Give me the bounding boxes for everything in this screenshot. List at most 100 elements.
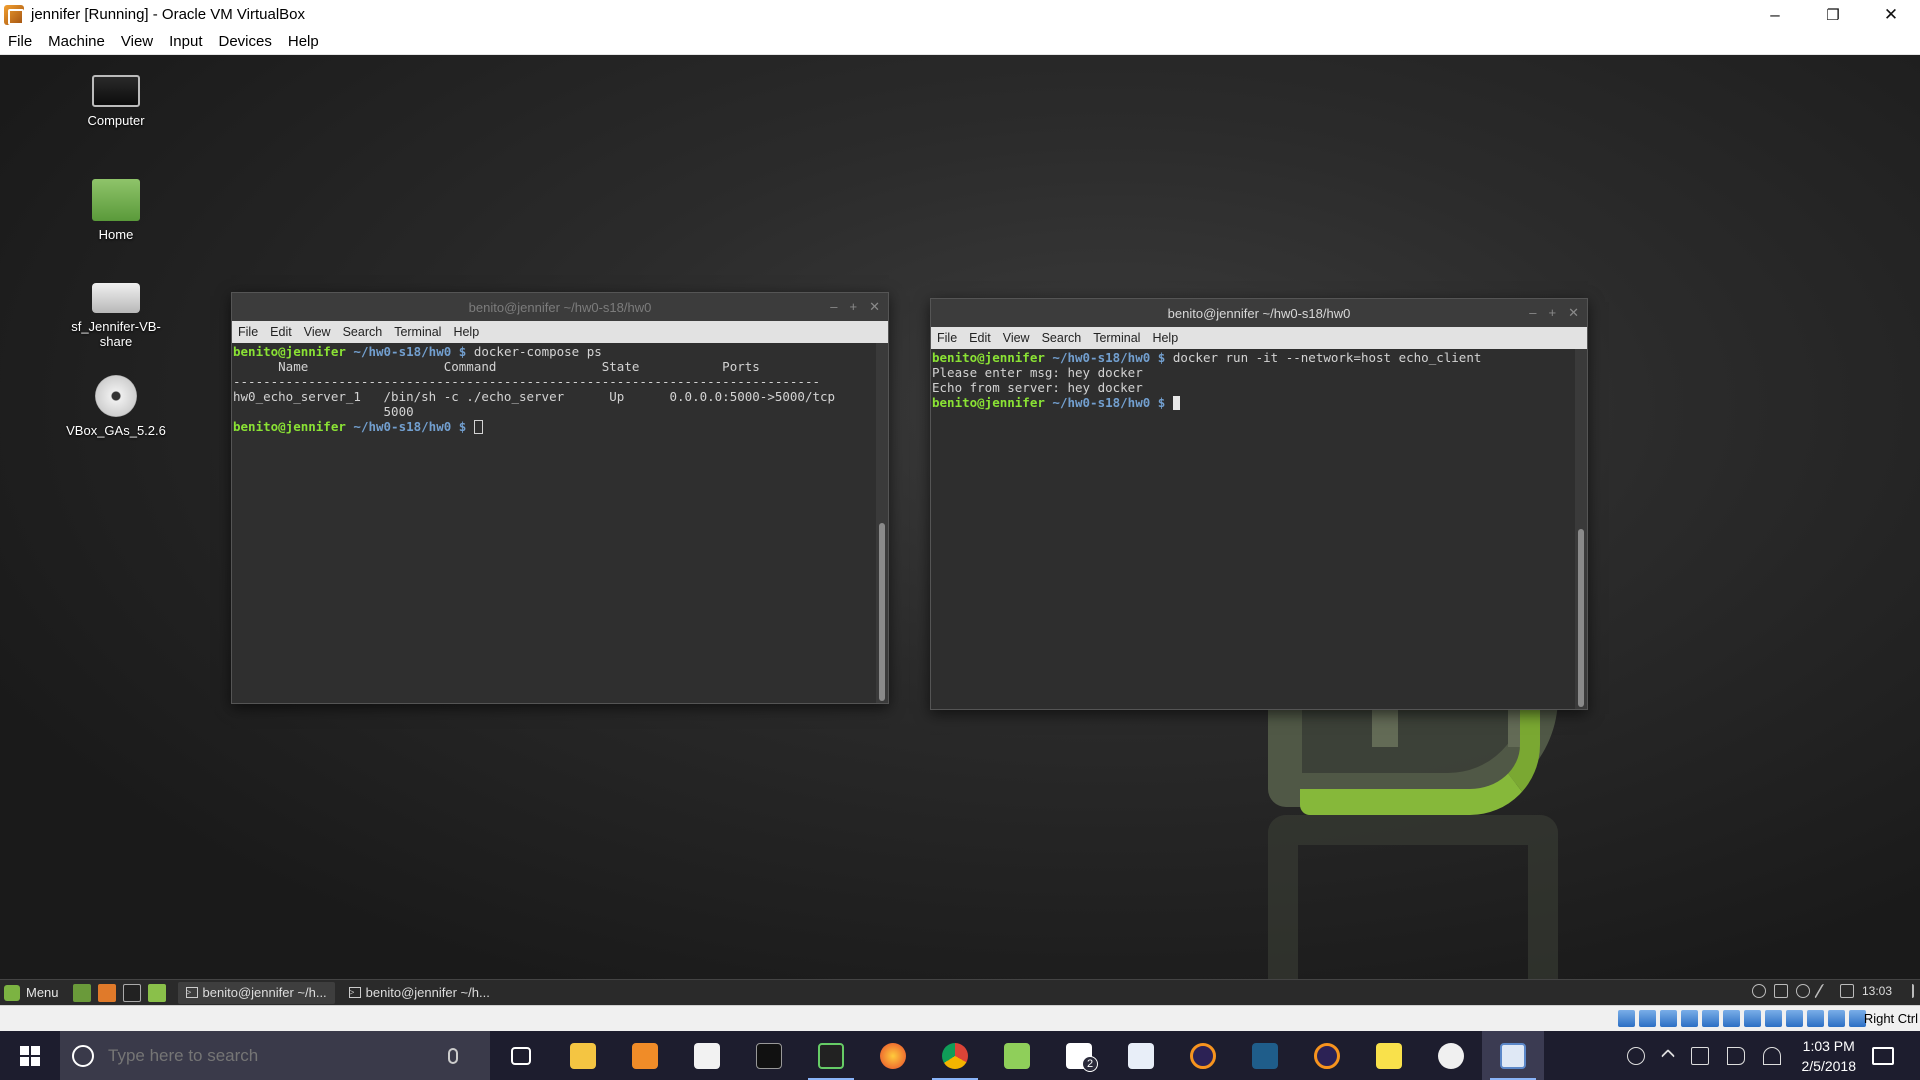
shared-folder-icon[interactable] (1702, 1010, 1719, 1027)
terminal-menu-help[interactable]: Help (1152, 331, 1178, 345)
taskbar-search-box[interactable] (60, 1031, 490, 1080)
restore-button[interactable]: ❐ (1804, 0, 1862, 29)
taskbar-terminal[interactable] (800, 1031, 862, 1080)
terminal-menu-terminal[interactable]: Terminal (1093, 331, 1140, 345)
task-view-button[interactable] (490, 1031, 552, 1080)
taskbar-eclipse[interactable] (1172, 1031, 1234, 1080)
terminal-menu-search[interactable]: Search (1042, 331, 1082, 345)
wifi-icon[interactable] (1762, 1046, 1781, 1065)
taskbar-virtualbox[interactable] (1482, 1031, 1544, 1080)
terminal-menu-view[interactable]: View (304, 325, 331, 339)
taskbar-mail[interactable]: 2 (1048, 1031, 1110, 1080)
terminal-window-left[interactable]: benito@jennifer ~/hw0-s18/hw0 – + ✕ File… (231, 292, 889, 704)
terminal-output[interactable]: benito@jennifer ~/hw0-s18/hw0 $ docker-c… (232, 343, 876, 703)
terminal-menu-edit[interactable]: Edit (270, 325, 292, 339)
terminal-title-bar[interactable]: benito@jennifer ~/hw0-s18/hw0 – + ✕ (931, 299, 1587, 327)
menu-view[interactable]: View (113, 33, 161, 50)
terminal-menu-file[interactable]: File (937, 331, 957, 345)
taskbar-firefox[interactable] (862, 1031, 924, 1080)
taskbar-paint-app[interactable] (1420, 1031, 1482, 1080)
firefox-launcher-icon[interactable] (97, 983, 116, 1002)
mint-task-terminal-2[interactable]: > benito@jennifer ~/h... (341, 982, 498, 1004)
terminal-menu-file[interactable]: File (238, 325, 258, 339)
terminal-close-button[interactable]: ✕ (1568, 305, 1579, 321)
shield-icon[interactable] (1751, 984, 1766, 998)
desktop-icon-share[interactable]: sf_Jennifer-VB-share (56, 273, 176, 349)
terminal-title-bar[interactable]: benito@jennifer ~/hw0-s18/hw0 – + ✕ (232, 293, 888, 321)
terminal-maximize-button[interactable]: + (850, 299, 858, 315)
taskbar-stock-chart-app[interactable] (676, 1031, 738, 1080)
show-desktop-icon[interactable] (72, 983, 91, 1002)
terminal-output[interactable]: benito@jennifer ~/hw0-s18/hw0 $ docker r… (931, 349, 1575, 709)
menu-input[interactable]: Input (161, 33, 210, 50)
desktop-icon-vbox-gas[interactable]: VBox_GAs_5.2.6 (56, 375, 176, 438)
terminal-launcher-icon[interactable] (122, 983, 141, 1002)
windows-clock[interactable]: 1:03 PM 2/5/2018 (1802, 1036, 1857, 1076)
mint-task-terminal-1[interactable]: > benito@jennifer ~/h... (177, 981, 335, 1004)
terminal-window-right[interactable]: benito@jennifer ~/hw0-s18/hw0 – + ✕ File… (930, 298, 1588, 710)
taskbar-mysql-workbench[interactable] (1234, 1031, 1296, 1080)
terminal-menu-terminal[interactable]: Terminal (394, 325, 441, 339)
linux-mint-logo-accent (1300, 705, 1540, 815)
terminal-scrollbar[interactable] (1575, 349, 1587, 709)
video-capture-icon[interactable] (1765, 1010, 1782, 1027)
close-button[interactable]: ✕ (1862, 0, 1920, 29)
optical-drive-icon[interactable] (1618, 1010, 1635, 1027)
clipboard-icon[interactable] (1839, 984, 1854, 998)
action-center-icon[interactable] (1872, 1046, 1894, 1065)
taskbar-drawing-app[interactable] (1110, 1031, 1172, 1080)
audio-icon[interactable] (1639, 1010, 1656, 1027)
start-button[interactable] (0, 1031, 60, 1080)
mail-badge: 2 (1082, 1056, 1098, 1072)
volume-muted-icon[interactable] (1726, 1046, 1745, 1065)
terminal-menu-view[interactable]: View (1003, 331, 1030, 345)
terminal-menu-search[interactable]: Search (343, 325, 383, 339)
virtualbox-app-icon (4, 4, 24, 25)
taskbar-sticky-notes[interactable] (1358, 1031, 1420, 1080)
taskbar-chrome[interactable] (924, 1031, 986, 1080)
volume-icon[interactable] (1900, 984, 1914, 998)
microphone-icon[interactable] (448, 1047, 458, 1064)
update-manager-icon[interactable] (1773, 984, 1788, 998)
terminal-close-button[interactable]: ✕ (869, 299, 880, 315)
files-launcher-icon[interactable] (147, 983, 166, 1002)
people-icon[interactable] (1626, 1046, 1645, 1065)
terminal-minimize-button[interactable]: – (1529, 305, 1536, 321)
taskbar-notepad-plus[interactable] (986, 1031, 1048, 1080)
hard-disk-icon[interactable] (1723, 1010, 1740, 1027)
taskbar-command-prompt[interactable] (738, 1031, 800, 1080)
minimize-button[interactable]: – (1746, 0, 1804, 29)
taskbar-search-input[interactable] (108, 1045, 448, 1066)
battery-icon[interactable] (1690, 1046, 1709, 1065)
menu-devices[interactable]: Devices (211, 33, 280, 50)
cpu-icon[interactable] (1786, 1010, 1803, 1027)
menu-file[interactable]: File (0, 33, 40, 50)
user-icon[interactable] (1795, 984, 1810, 998)
terminal-menu-help[interactable]: Help (453, 325, 479, 339)
display-icon[interactable] (1744, 1010, 1761, 1027)
scrollbar-thumb[interactable] (879, 523, 885, 701)
terminal-maximize-button[interactable]: + (1549, 305, 1557, 321)
chevron-up-icon[interactable] (1660, 1048, 1675, 1063)
scrollbar-thumb[interactable] (1578, 529, 1584, 707)
guest-additions-icon[interactable] (1807, 1010, 1824, 1027)
desktop-icon-computer[interactable]: Computer (56, 75, 176, 128)
prompt-command: docker-compose ps (466, 344, 602, 359)
mint-menu-button[interactable]: Menu (4, 984, 59, 1001)
menu-machine[interactable]: Machine (40, 33, 113, 50)
drive-icon (92, 283, 140, 313)
mouse-integration-icon[interactable] (1828, 1010, 1845, 1027)
taskbar-eclipse-2[interactable] (1296, 1031, 1358, 1080)
terminal-menu-edit[interactable]: Edit (969, 331, 991, 345)
usb-icon[interactable] (1660, 1010, 1677, 1027)
pen-icon[interactable] (1813, 984, 1837, 998)
desktop-icon-home[interactable]: Home (56, 179, 176, 242)
taskbar-sublime-text[interactable] (614, 1031, 676, 1080)
menu-help[interactable]: Help (280, 33, 327, 50)
terminal-minimize-button[interactable]: – (830, 299, 837, 315)
mint-clock[interactable]: 13:03 (1862, 984, 1892, 998)
host-key-label[interactable]: Right Ctrl (1864, 1011, 1918, 1026)
terminal-scrollbar[interactable] (876, 343, 888, 703)
network-icon[interactable] (1681, 1010, 1698, 1027)
taskbar-file-explorer[interactable] (552, 1031, 614, 1080)
